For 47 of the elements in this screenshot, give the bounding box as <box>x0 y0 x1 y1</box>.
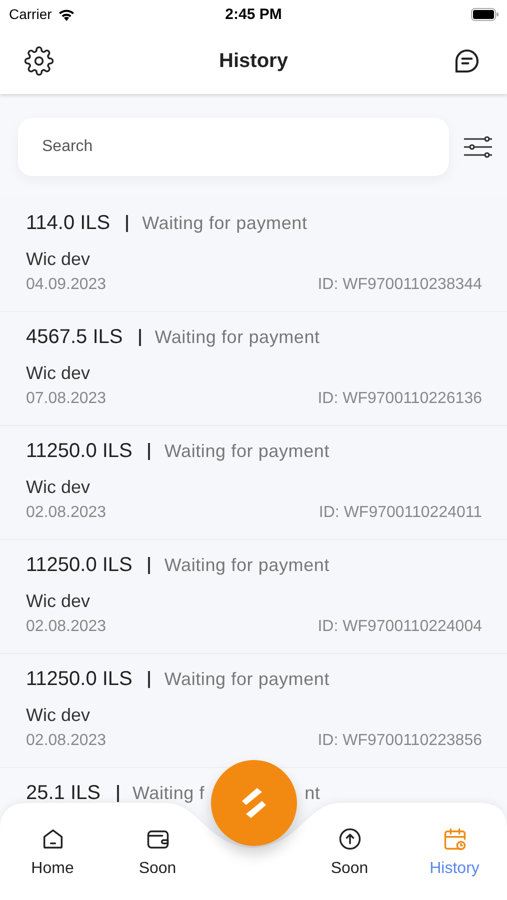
wifi-icon <box>58 8 75 20</box>
merchant-name: Wic dev <box>26 363 92 384</box>
transaction-date: 02.08.2023 <box>26 618 106 636</box>
separator-bar <box>148 671 150 688</box>
transaction-date: 02.08.2023 <box>26 504 106 522</box>
amount: 11250.0 ILS <box>26 440 132 463</box>
separator-bar <box>138 329 141 346</box>
status-label: Waiting for payment <box>164 669 330 690</box>
amount: 11250.0 ILS <box>26 554 132 577</box>
transaction-id: ID: WF9700110238344 <box>318 276 482 294</box>
transaction-id: ID: WF9700110224011 <box>318 504 482 522</box>
separator-bar <box>126 215 128 232</box>
separator-bar <box>116 785 119 802</box>
calendar-clock-icon <box>442 826 468 852</box>
transaction-id: ID: WF9700110223856 <box>318 732 482 750</box>
separator-bar <box>148 557 150 574</box>
carrier-label: Carrier <box>9 6 52 22</box>
transaction-id: ID: WF9700110226136 <box>318 390 482 408</box>
tab-item[interactable]: Home <box>0 826 105 878</box>
merchant-name: Wic dev <box>26 705 92 726</box>
amount: 25.1 ILS <box>26 782 101 805</box>
search-field[interactable]: Search <box>18 118 449 176</box>
status-label: nt <box>304 783 320 804</box>
battery-icon <box>471 8 499 20</box>
page-title: History <box>219 50 288 72</box>
status-label: Waiting for payment <box>154 327 320 348</box>
separator-bar <box>148 443 150 460</box>
transaction-date: 07.08.2023 <box>26 390 106 408</box>
settings-button[interactable] <box>24 46 54 76</box>
merchant-name: Wic dev <box>26 249 92 270</box>
clock-time: 2:45 PM <box>225 6 282 22</box>
transaction-date: 02.08.2023 <box>26 732 106 750</box>
amount: 4567.5 ILS <box>26 326 123 349</box>
merchant-name: Wic dev <box>26 477 92 498</box>
status-label: Waiting for payment <box>142 213 308 234</box>
status-label: Waiting f <box>132 783 205 804</box>
transaction-id: ID: WF9700110224004 <box>318 618 482 636</box>
status-label: Waiting for payment <box>164 555 330 576</box>
tab-item[interactable]: Soon <box>297 826 402 878</box>
amount: 114.0 ILS <box>26 212 110 235</box>
tab-item[interactable]: Soon <box>105 826 210 878</box>
transaction-date: 04.09.2023 <box>26 276 106 294</box>
amount: 11250.0 ILS <box>26 668 132 691</box>
status-label: Waiting for payment <box>164 441 330 462</box>
arrow-up-circle-icon <box>336 826 362 852</box>
chat-button[interactable] <box>453 47 481 75</box>
merchant-name: Wic dev <box>26 591 92 612</box>
